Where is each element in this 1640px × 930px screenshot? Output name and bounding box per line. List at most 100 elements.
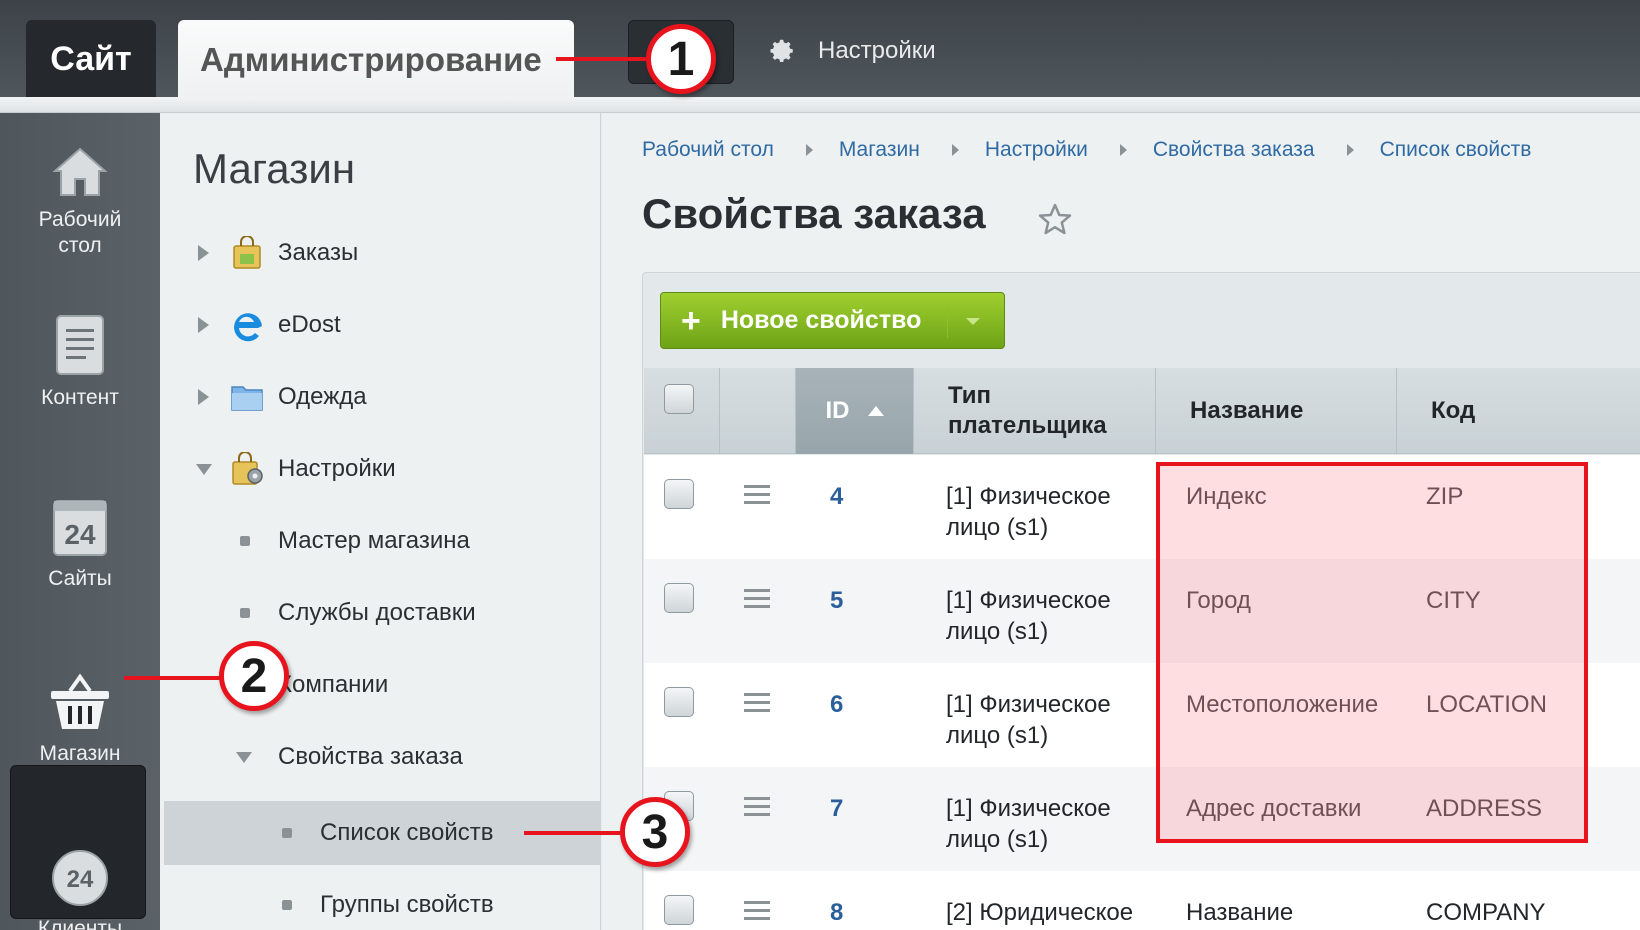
basket-icon: [51, 673, 109, 729]
calendar-24-icon: 24: [53, 500, 107, 556]
rail-label: Клиенты: [37, 917, 123, 930]
row-id-link[interactable]: 5: [830, 585, 843, 616]
row-menu-icon[interactable]: [744, 901, 770, 925]
collapse-arrow-icon[interactable]: [236, 752, 252, 763]
callout-line: [124, 676, 222, 680]
callout-line: [556, 57, 646, 61]
bullet-icon: [240, 536, 250, 546]
tree-label: Компании: [278, 671, 389, 698]
row-payer: [1] Физическое лицо (s1): [946, 587, 1111, 645]
page-title: Свойства заказа: [642, 190, 986, 237]
expand-arrow-icon[interactable]: [198, 389, 209, 405]
table-header: ID Тип плательщика Название Код: [644, 368, 1640, 454]
header-id[interactable]: ID: [796, 368, 914, 454]
favorite-star-icon[interactable]: [1037, 202, 1073, 238]
shop-settings-icon: [232, 452, 263, 485]
row-id-link[interactable]: 4: [830, 481, 843, 512]
rail-label: Сайты: [48, 567, 112, 590]
row-payer: [2] Юридическое: [946, 899, 1134, 926]
site-tab[interactable]: Сайт: [26, 20, 156, 98]
gear-icon: [770, 39, 793, 62]
row-id-link[interactable]: 6: [830, 689, 843, 720]
header-name-label: Название: [1190, 397, 1304, 424]
button-divider: [947, 305, 948, 338]
row-checkbox[interactable]: [664, 479, 694, 509]
breadcrumb-separator-icon: [1119, 144, 1127, 156]
row-payer: [1] Физическое лицо (s1): [946, 795, 1111, 853]
row-menu-icon[interactable]: [744, 797, 770, 821]
tree-label: Мастер магазина: [278, 527, 470, 554]
header-code[interactable]: Код: [1397, 368, 1640, 454]
new-property-label: Новое свойство: [720, 306, 922, 334]
header-payer-label: Тип плательщика: [948, 382, 1107, 439]
expand-arrow-icon[interactable]: [198, 317, 209, 333]
tree-label: Настройки: [278, 455, 396, 482]
tree-label: Службы доставки: [278, 599, 476, 626]
settings-link[interactable]: Настройки: [766, 34, 936, 68]
row-payer: [1] Физическое лицо (s1): [946, 691, 1111, 749]
header-id-label: ID: [825, 397, 850, 424]
row-name: Название: [1186, 899, 1294, 926]
header-code-label: Код: [1431, 397, 1476, 424]
row-id-link[interactable]: 8: [830, 897, 843, 928]
svg-text:24: 24: [64, 519, 96, 550]
tree-title: Магазин: [193, 145, 356, 192]
document-icon: [56, 315, 104, 375]
callout-2: 2: [219, 641, 289, 711]
bullet-icon: [240, 608, 250, 618]
row-menu-icon[interactable]: [744, 485, 770, 509]
clients-24-icon: 24: [52, 850, 108, 906]
breadcrumb-link[interactable]: Рабочий стол: [642, 138, 774, 162]
tree-label: Группы свойств: [320, 891, 494, 918]
rail-item-clients[interactable]: 24 Клиенты: [0, 848, 160, 930]
row-checkbox[interactable]: [664, 583, 694, 613]
bullet-icon: [282, 900, 292, 910]
bullet-icon: [282, 828, 292, 838]
sort-ascending-icon: [867, 406, 884, 416]
header-payer[interactable]: Тип плательщика: [914, 368, 1156, 454]
tree-label: eDost: [278, 311, 341, 338]
menu-tree-panel: Магазин Заказы eDost Одежда Настройки Ма…: [160, 113, 601, 930]
breadcrumb-link[interactable]: Магазин: [839, 138, 920, 162]
edost-logo-icon: [234, 313, 262, 342]
folder-icon: [231, 386, 263, 411]
rail-label: Контент: [41, 386, 119, 409]
tree-label: Список свойств: [320, 819, 494, 846]
breadcrumb-separator-icon: [1346, 144, 1354, 156]
rail-item-desktop[interactable]: Рабочий стол: [0, 145, 160, 259]
chevron-down-icon[interactable]: [966, 318, 980, 325]
header-select-all: [644, 368, 720, 454]
row-checkbox[interactable]: [664, 687, 694, 717]
row-menu-icon[interactable]: [744, 589, 770, 613]
breadcrumb-separator-icon: [805, 144, 813, 156]
icon-rail: Рабочий стол Контент 24 Сайты Магазин 24…: [0, 113, 160, 930]
row-menu-icon[interactable]: [744, 693, 770, 717]
top-bar: Сайт Администрирование Настройки: [0, 0, 1640, 100]
collapse-arrow-icon[interactable]: [196, 464, 212, 475]
rail-item-content[interactable]: Контент: [0, 313, 160, 411]
tree-label: Одежда: [278, 383, 367, 410]
expand-arrow-icon[interactable]: [198, 245, 209, 261]
highlight-box: [1156, 462, 1588, 843]
settings-label: Настройки: [818, 37, 936, 64]
select-all-checkbox[interactable]: [664, 384, 694, 414]
rail-label: Рабочий стол: [38, 208, 122, 257]
admin-tab[interactable]: Администрирование: [178, 20, 574, 100]
breadcrumb: Рабочий стол Магазин Настройки Свойства …: [642, 135, 1531, 165]
breadcrumb-link[interactable]: Свойства заказа: [1153, 138, 1315, 162]
new-property-button[interactable]: + Новое свойство: [660, 292, 1005, 349]
row-id-link[interactable]: 7: [830, 793, 843, 824]
rail-label: Магазин: [39, 742, 121, 765]
header-name[interactable]: Название: [1156, 368, 1397, 454]
rail-item-shop[interactable]: Магазин: [0, 673, 160, 767]
tree-label: Заказы: [278, 239, 359, 266]
breadcrumb-link[interactable]: Настройки: [985, 138, 1088, 162]
callout-1: 1: [646, 24, 716, 94]
rail-item-sites[interactable]: 24 Сайты: [0, 498, 160, 592]
table-row[interactable]: 8 [2] Юридическое Название COMPANY: [644, 871, 1640, 930]
row-checkbox[interactable]: [664, 895, 694, 925]
plus-icon: +: [681, 301, 701, 340]
header-actions: [720, 368, 796, 454]
breadcrumb-link[interactable]: Список свойств: [1380, 138, 1532, 162]
tree-label: Свойства заказа: [278, 743, 463, 770]
